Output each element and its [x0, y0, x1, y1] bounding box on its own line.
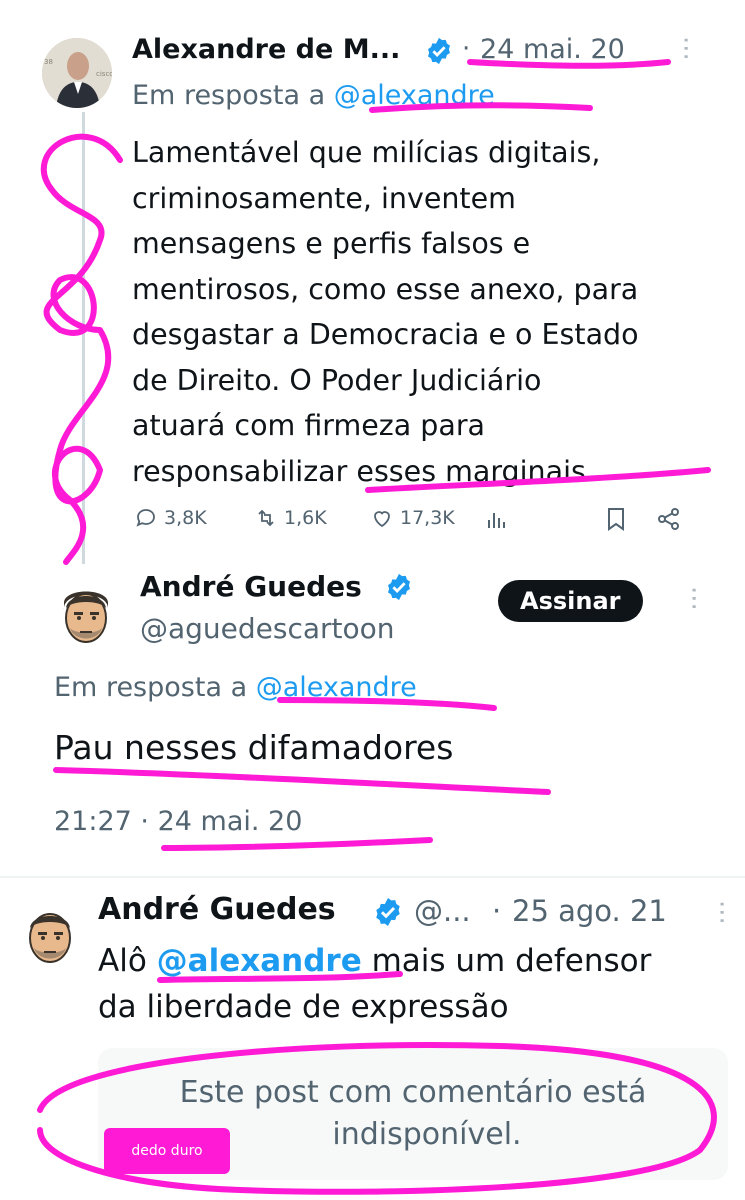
text-line: responsabilizar esses marginais. [132, 454, 595, 488]
reply-icon [136, 509, 155, 527]
reply-count: 3,8K [164, 507, 207, 529]
tweet-timestamp[interactable]: 21:27 · 24 mai. 20 [54, 806, 302, 837]
svg-text:cisco: cisco [96, 70, 112, 78]
text-prefix: Alô [98, 943, 147, 979]
retweet-count: 1,6K [284, 507, 327, 529]
like-icon [374, 511, 390, 528]
text-line: mensagens e perfis falsos e [132, 227, 531, 260]
like-action[interactable]: 17,3K [370, 506, 455, 530]
retweet-action[interactable]: 1,6K [254, 506, 327, 530]
author-name[interactable]: Alexandre de M... [132, 34, 400, 65]
verified-icon [388, 573, 410, 601]
tweet-text: Pau nesses difamadores [54, 728, 454, 767]
verified-icon [428, 37, 450, 65]
tweet-date[interactable]: 24 mai. 20 [480, 34, 625, 65]
tweet-text: Lamentável que milícias digitais, crimin… [132, 130, 639, 494]
avatar-photo: 38 cisco [42, 38, 112, 108]
cartoon-avatar [12, 900, 88, 976]
text-line: Alô @alexandre mais um defensor [98, 938, 651, 984]
tweet-text: Alô @alexandre mais um defensor da liber… [98, 938, 651, 1030]
tweet-date[interactable]: 25 ago. 21 [512, 894, 667, 928]
svg-text:38: 38 [44, 58, 53, 66]
avatar[interactable]: 38 cisco [42, 38, 112, 108]
dot-separator: · [140, 806, 149, 837]
thread-line [82, 112, 85, 564]
share-icon[interactable] [656, 506, 682, 532]
reply-handle-link[interactable]: @alexandre [256, 672, 417, 703]
reply-handle-link[interactable]: @alexandre [334, 80, 495, 111]
text-line: de Direito. O Poder Judiciário [132, 363, 542, 397]
underline-date-2 [161, 837, 433, 851]
verified-icon [376, 898, 400, 926]
dot-separator: · [462, 34, 471, 64]
annotation-tag: dedo duro [104, 1128, 230, 1174]
reply-prefix: Em resposta a [54, 672, 248, 703]
text-line: da liberdade de expressão [98, 989, 509, 1025]
unavailable-line: Este post com comentário está [179, 1075, 647, 1110]
underline-text-2 [53, 767, 551, 795]
avatar[interactable] [12, 900, 88, 976]
avatar[interactable] [48, 580, 124, 656]
text-line: criminosamente, inventem [132, 181, 516, 215]
more-icon[interactable]: ··· [706, 900, 736, 925]
subscribe-button[interactable]: Assinar [498, 580, 643, 622]
reply-prefix: Em resposta a [132, 80, 326, 111]
tweet-time: 21:27 [54, 806, 132, 837]
text-line: mentirosos, como esse anexo, para [132, 272, 639, 306]
views-icon[interactable] [484, 508, 508, 532]
text-line: desgastar a Democracia e o Estado [132, 318, 639, 351]
reply-context: Em resposta a @alexandre [54, 672, 417, 703]
text-line: Lamentável que milícias digitais, [132, 136, 601, 169]
retweet-icon [258, 509, 274, 527]
reply-action[interactable]: 3,8K [134, 506, 207, 530]
dot-separator: · [492, 894, 502, 928]
text-rest: mais um defensor [371, 943, 652, 979]
more-icon[interactable]: ··· [678, 586, 708, 611]
divider [0, 876, 745, 878]
tweet-date: 24 mai. 20 [157, 806, 303, 837]
mention-link[interactable]: @alexandre [157, 943, 362, 979]
bookmark-icon[interactable] [604, 506, 628, 532]
text-line: atuará com firmeza para [132, 409, 486, 442]
reply-context: Em resposta a @alexandre [132, 80, 495, 111]
author-name[interactable]: André Guedes [140, 570, 362, 603]
author-handle[interactable]: @aguedescartoon [140, 612, 395, 645]
cartoon-avatar [48, 580, 124, 656]
more-icon[interactable]: ··· [670, 36, 700, 61]
like-count: 17,3K [400, 507, 455, 529]
author-handle[interactable]: @... [414, 894, 471, 928]
author-name[interactable]: André Guedes [98, 892, 336, 927]
